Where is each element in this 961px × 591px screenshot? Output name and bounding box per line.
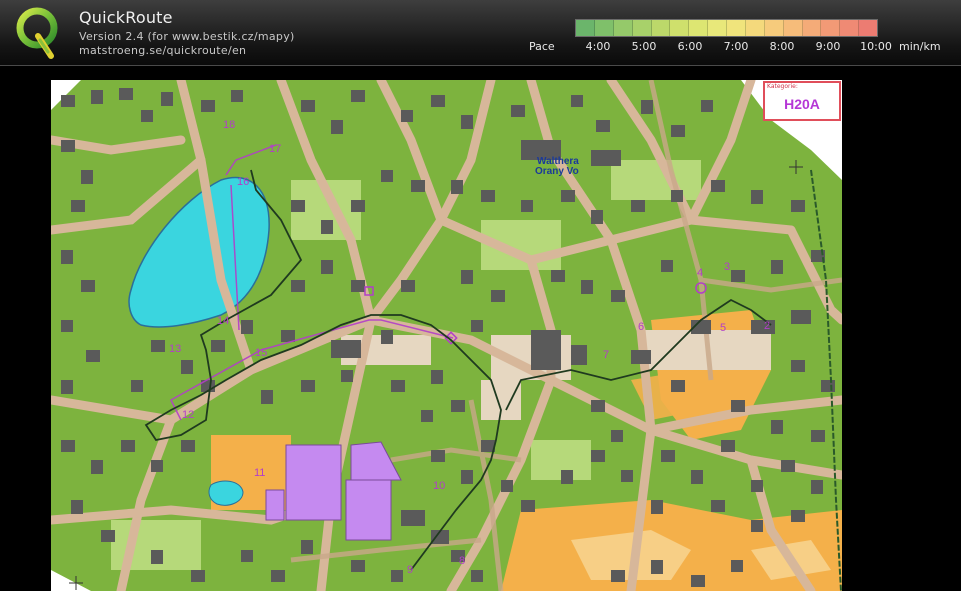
- category-value: H20A: [784, 96, 820, 112]
- control-number: 3: [724, 261, 730, 273]
- control-number: 10: [433, 480, 445, 492]
- control-number: 14: [217, 315, 229, 327]
- pace-color-segment: [708, 20, 727, 36]
- pace-tick: 4:00: [585, 40, 611, 53]
- control-number: 2: [764, 320, 770, 332]
- control-number: 8: [459, 555, 465, 567]
- website-link[interactable]: matstroeng.se/quickroute/en: [79, 44, 246, 57]
- pace-unit: min/km: [899, 40, 941, 53]
- pace-color-scale: [575, 19, 878, 37]
- pace-color-segment: [745, 20, 765, 36]
- control-number: 17: [269, 143, 281, 155]
- pace-color-segment: [727, 20, 746, 36]
- pace-color-segment: [613, 20, 633, 36]
- control-number: 15: [255, 347, 267, 359]
- control-number: 7: [603, 349, 609, 361]
- pace-color-segment: [651, 20, 671, 36]
- app-title: QuickRoute: [79, 8, 173, 27]
- control-number: 11: [254, 467, 265, 479]
- pace-color-segment: [632, 20, 652, 36]
- control-number: 6: [638, 321, 644, 333]
- pace-tick: 9:00: [815, 40, 841, 53]
- pace-color-segment: [821, 20, 841, 36]
- pace-color-segment: [783, 20, 803, 36]
- control-number: 18: [223, 119, 235, 131]
- street-label: Orany Vo: [535, 166, 579, 177]
- category-label: Kategorie:: [767, 83, 798, 90]
- pace-color-segment: [802, 20, 822, 36]
- pace-tick: 5:00: [631, 40, 657, 53]
- orienteering-map[interactable]: 18 17 16 14 13 15 12 11 10 9 8 7 6 5 4 3…: [51, 80, 842, 591]
- map-canvas[interactable]: 18 17 16 14 13 15 12 11 10 9 8 7 6 5 4 3…: [51, 80, 842, 591]
- pace-color-segment: [670, 20, 690, 36]
- version-text: Version 2.4 (for www.bestik.cz/mapy): [79, 30, 295, 43]
- control-number: 16: [237, 176, 249, 188]
- pond: [208, 480, 244, 506]
- pace-label: Pace: [529, 40, 555, 53]
- category-box: Kategorie: H20A: [763, 81, 841, 121]
- pace-color-segment: [594, 20, 614, 36]
- quickroute-logo-icon: [16, 7, 58, 59]
- pace-color-segment: [764, 20, 784, 36]
- pace-color-segment: [689, 20, 709, 36]
- pace-tick: 8:00: [769, 40, 795, 53]
- pace-tick: 7:00: [723, 40, 749, 53]
- pace-tick: 6:00: [677, 40, 703, 53]
- control-number: 5: [720, 322, 726, 334]
- pace-color-segment: [840, 20, 860, 36]
- pace-color-segment: [576, 20, 595, 36]
- control-number: 9: [407, 564, 413, 576]
- pace-color-segment: [859, 20, 877, 36]
- app-header: QuickRoute Version 2.4 (for www.bestik.c…: [0, 0, 961, 66]
- control-number: 13: [169, 343, 181, 355]
- control-number: 12: [182, 409, 194, 421]
- pace-tick: 10:00: [860, 40, 892, 53]
- control-number: 4: [697, 267, 703, 279]
